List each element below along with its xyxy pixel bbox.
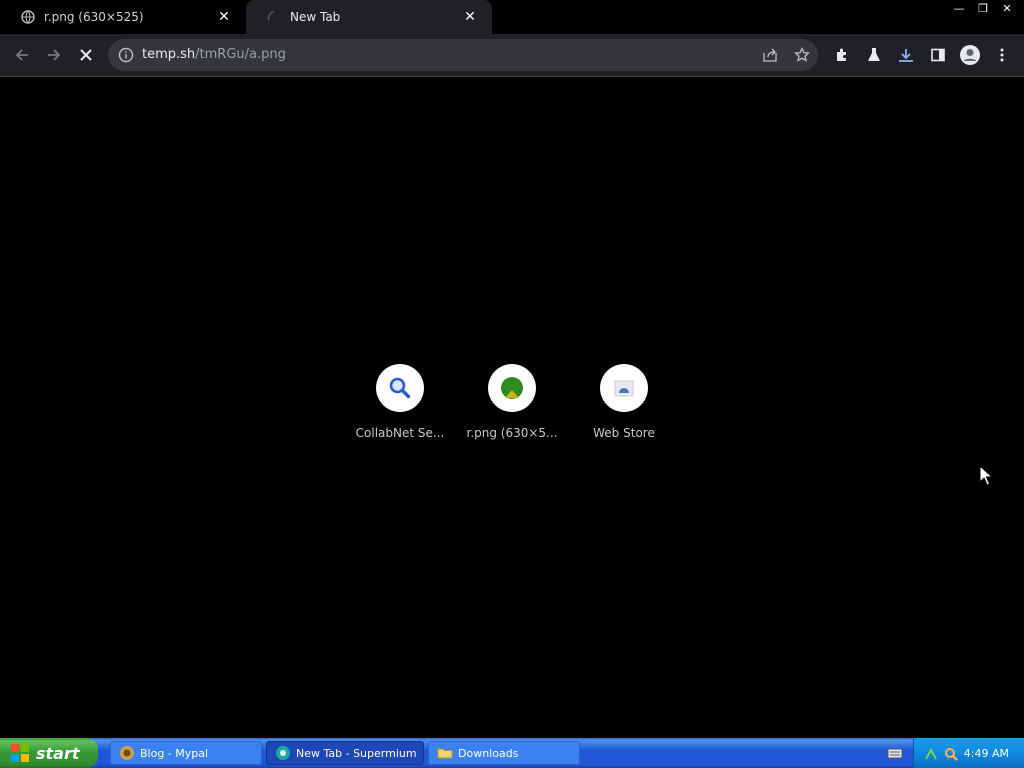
- tab-close-icon[interactable]: ✕: [214, 7, 234, 27]
- back-icon[interactable]: [10, 43, 34, 67]
- window-controls: — ❐ ✕: [948, 0, 1018, 16]
- restore-icon[interactable]: ❐: [972, 0, 994, 16]
- tab-title: New Tab: [290, 10, 341, 24]
- bookmark-star-icon[interactable]: [794, 46, 810, 63]
- taskbar-item-supermium[interactable]: New Tab - Supermium: [266, 741, 424, 765]
- n-badge-icon: [488, 364, 536, 412]
- url-path: /tmRGu/a.png: [195, 47, 286, 62]
- shortcut-collabnet[interactable]: CollabNet Se...: [350, 364, 450, 440]
- mouse-cursor-icon: [979, 464, 994, 491]
- system-tray: 4:49 AM: [913, 738, 1024, 768]
- task-label: Downloads: [458, 746, 519, 760]
- network-icon[interactable]: [924, 746, 938, 760]
- task-label: Blog - Mypal: [140, 746, 209, 760]
- shortcut-label: Web Store: [593, 426, 655, 440]
- browser-toolbar: temp.sh/tmRGu/a.png: [0, 34, 1024, 77]
- site-info-icon[interactable]: [118, 47, 134, 63]
- windows-logo-icon: [11, 744, 29, 762]
- taskbar: start Blog - Mypal New Tab - Supermium D…: [0, 738, 1024, 768]
- tab-new-tab[interactable]: New Tab ✕: [246, 0, 492, 34]
- search-tray-icon[interactable]: [944, 746, 958, 761]
- url-text: temp.sh/tmRGu/a.png: [142, 47, 286, 62]
- url-host: temp.sh: [142, 47, 196, 62]
- start-label: start: [36, 743, 80, 763]
- shortcut-web-store[interactable]: Web Store: [574, 364, 674, 440]
- mypal-icon: [119, 745, 135, 761]
- supermium-icon: [275, 745, 291, 761]
- extensions-icon[interactable]: [833, 46, 851, 64]
- shortcut-r-png[interactable]: r.png (630×5...: [462, 364, 562, 440]
- shortcut-label: r.png (630×5...: [466, 426, 558, 440]
- loading-spinner-icon: [266, 9, 282, 25]
- tab-r-png[interactable]: r.png (630×525) ✕: [0, 0, 246, 34]
- shortcut-label: CollabNet Se...: [355, 426, 445, 440]
- web-store-icon: [600, 364, 648, 412]
- download-icon[interactable]: [897, 46, 915, 64]
- globe-icon: [20, 9, 36, 25]
- close-window-icon[interactable]: ✕: [996, 0, 1018, 16]
- side-panel-icon[interactable]: [929, 46, 947, 64]
- minimize-icon[interactable]: —: [948, 0, 970, 16]
- folder-icon: [437, 745, 453, 761]
- search-icon: [376, 364, 424, 412]
- stop-loading-icon[interactable]: [74, 43, 98, 67]
- start-button[interactable]: start: [0, 738, 98, 768]
- task-label: New Tab - Supermium: [296, 746, 417, 760]
- taskbar-item-blog-mypal[interactable]: Blog - Mypal: [110, 741, 262, 765]
- share-icon[interactable]: [762, 47, 778, 63]
- address-bar[interactable]: temp.sh/tmRGu/a.png: [108, 39, 818, 71]
- clock: 4:49 AM: [963, 746, 1009, 760]
- new-tab-page: CollabNet Se... r.png (630×5... Web Stor…: [0, 77, 1024, 738]
- taskbar-item-downloads[interactable]: Downloads: [428, 741, 580, 765]
- menu-kebab-icon[interactable]: [993, 46, 1011, 64]
- profile-avatar-icon[interactable]: [959, 44, 981, 66]
- tab-close-icon[interactable]: ✕: [460, 7, 480, 27]
- forward-icon[interactable]: [42, 43, 66, 67]
- labs-flask-icon[interactable]: [865, 46, 883, 64]
- tab-strip: r.png (630×525) ✕ New Tab ✕ — ❐ ✕: [0, 0, 1024, 34]
- keyboard-icon[interactable]: [887, 745, 903, 761]
- tab-title: r.png (630×525): [44, 10, 144, 24]
